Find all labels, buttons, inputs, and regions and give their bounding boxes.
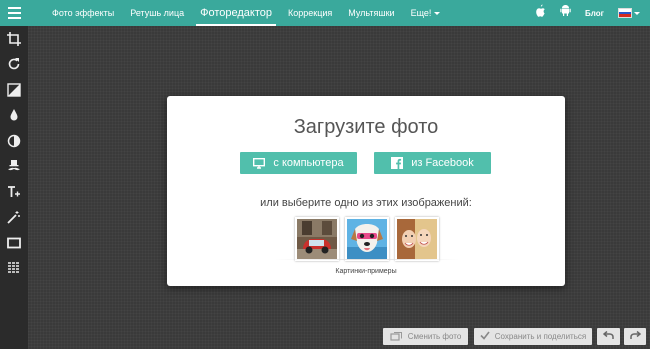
tools-sidebar [0, 26, 28, 349]
upload-from-computer-button[interactable]: с компьютера [240, 152, 357, 174]
undo-icon [602, 330, 614, 342]
menu-icon[interactable] [0, 0, 28, 26]
photos-icon [390, 331, 403, 343]
nav-more-label: Еще! [410, 8, 432, 18]
monitor-icon [253, 157, 266, 169]
mustache-icon[interactable] [0, 154, 28, 180]
checkmark-icon [480, 331, 490, 342]
contrast-icon[interactable] [0, 128, 28, 154]
topbar-right: Блог [535, 0, 640, 26]
crop-icon[interactable] [0, 26, 28, 52]
nav-correction[interactable]: Коррекция [280, 0, 340, 26]
russian-flag-icon [618, 8, 632, 18]
text-icon[interactable] [0, 179, 28, 205]
undo-button[interactable] [597, 328, 620, 345]
language-selector[interactable] [618, 8, 640, 18]
sample-image-red-car[interactable] [295, 217, 339, 261]
top-navigation-bar: Фото эффекты Ретушь лица Фоторедактор Ко… [0, 0, 650, 26]
blog-link[interactable]: Блог [585, 9, 604, 18]
nav-more[interactable]: Еще! [403, 0, 449, 26]
upload-from-facebook-button[interactable]: из Facebook [374, 152, 491, 174]
apple-icon[interactable] [535, 4, 546, 22]
upload-from-facebook-label: из Facebook [411, 157, 474, 169]
sample-image-dog[interactable] [345, 217, 389, 261]
redo-icon [629, 330, 641, 342]
exposure-icon[interactable] [0, 77, 28, 103]
redo-button[interactable] [624, 328, 646, 345]
facebook-icon [391, 157, 404, 169]
dialog-title: Загрузите фото [293, 116, 439, 138]
magic-wand-icon[interactable] [0, 205, 28, 231]
nav-face-retouch[interactable]: Ретушь лица [122, 0, 192, 26]
sample-image-two-girls[interactable] [395, 217, 439, 261]
texture-icon[interactable] [0, 256, 28, 282]
change-photo-button[interactable]: Сменить фото [383, 328, 468, 345]
upload-from-computer-label: с компьютера [273, 157, 344, 169]
upload-dialog: Загрузите фото с компьютера из Facebook … [167, 96, 565, 286]
rotate-icon[interactable] [0, 52, 28, 78]
chevron-down-icon [634, 11, 640, 15]
save-and-share-button[interactable]: Сохранить и поделиться [474, 328, 592, 345]
nav-cartoons[interactable]: Мультяшки [340, 0, 402, 26]
choose-sample-text: или выберите одно из этих изображений: [260, 197, 472, 209]
sample-images [275, 217, 459, 261]
nav-photo-editor[interactable]: Фоторедактор [192, 0, 280, 26]
main-nav: Фото эффекты Ретушь лица Фоторедактор Ко… [44, 0, 448, 26]
chevron-down-icon [434, 11, 441, 15]
save-and-share-label: Сохранить и поделиться [494, 332, 587, 341]
change-photo-label: Сменить фото [407, 332, 462, 341]
frame-icon[interactable] [0, 230, 28, 256]
nav-photo-effects[interactable]: Фото эффекты [44, 0, 122, 26]
samples-caption: Картинки-примеры [335, 268, 397, 275]
drop-icon[interactable] [0, 103, 28, 129]
android-icon[interactable] [560, 4, 571, 22]
